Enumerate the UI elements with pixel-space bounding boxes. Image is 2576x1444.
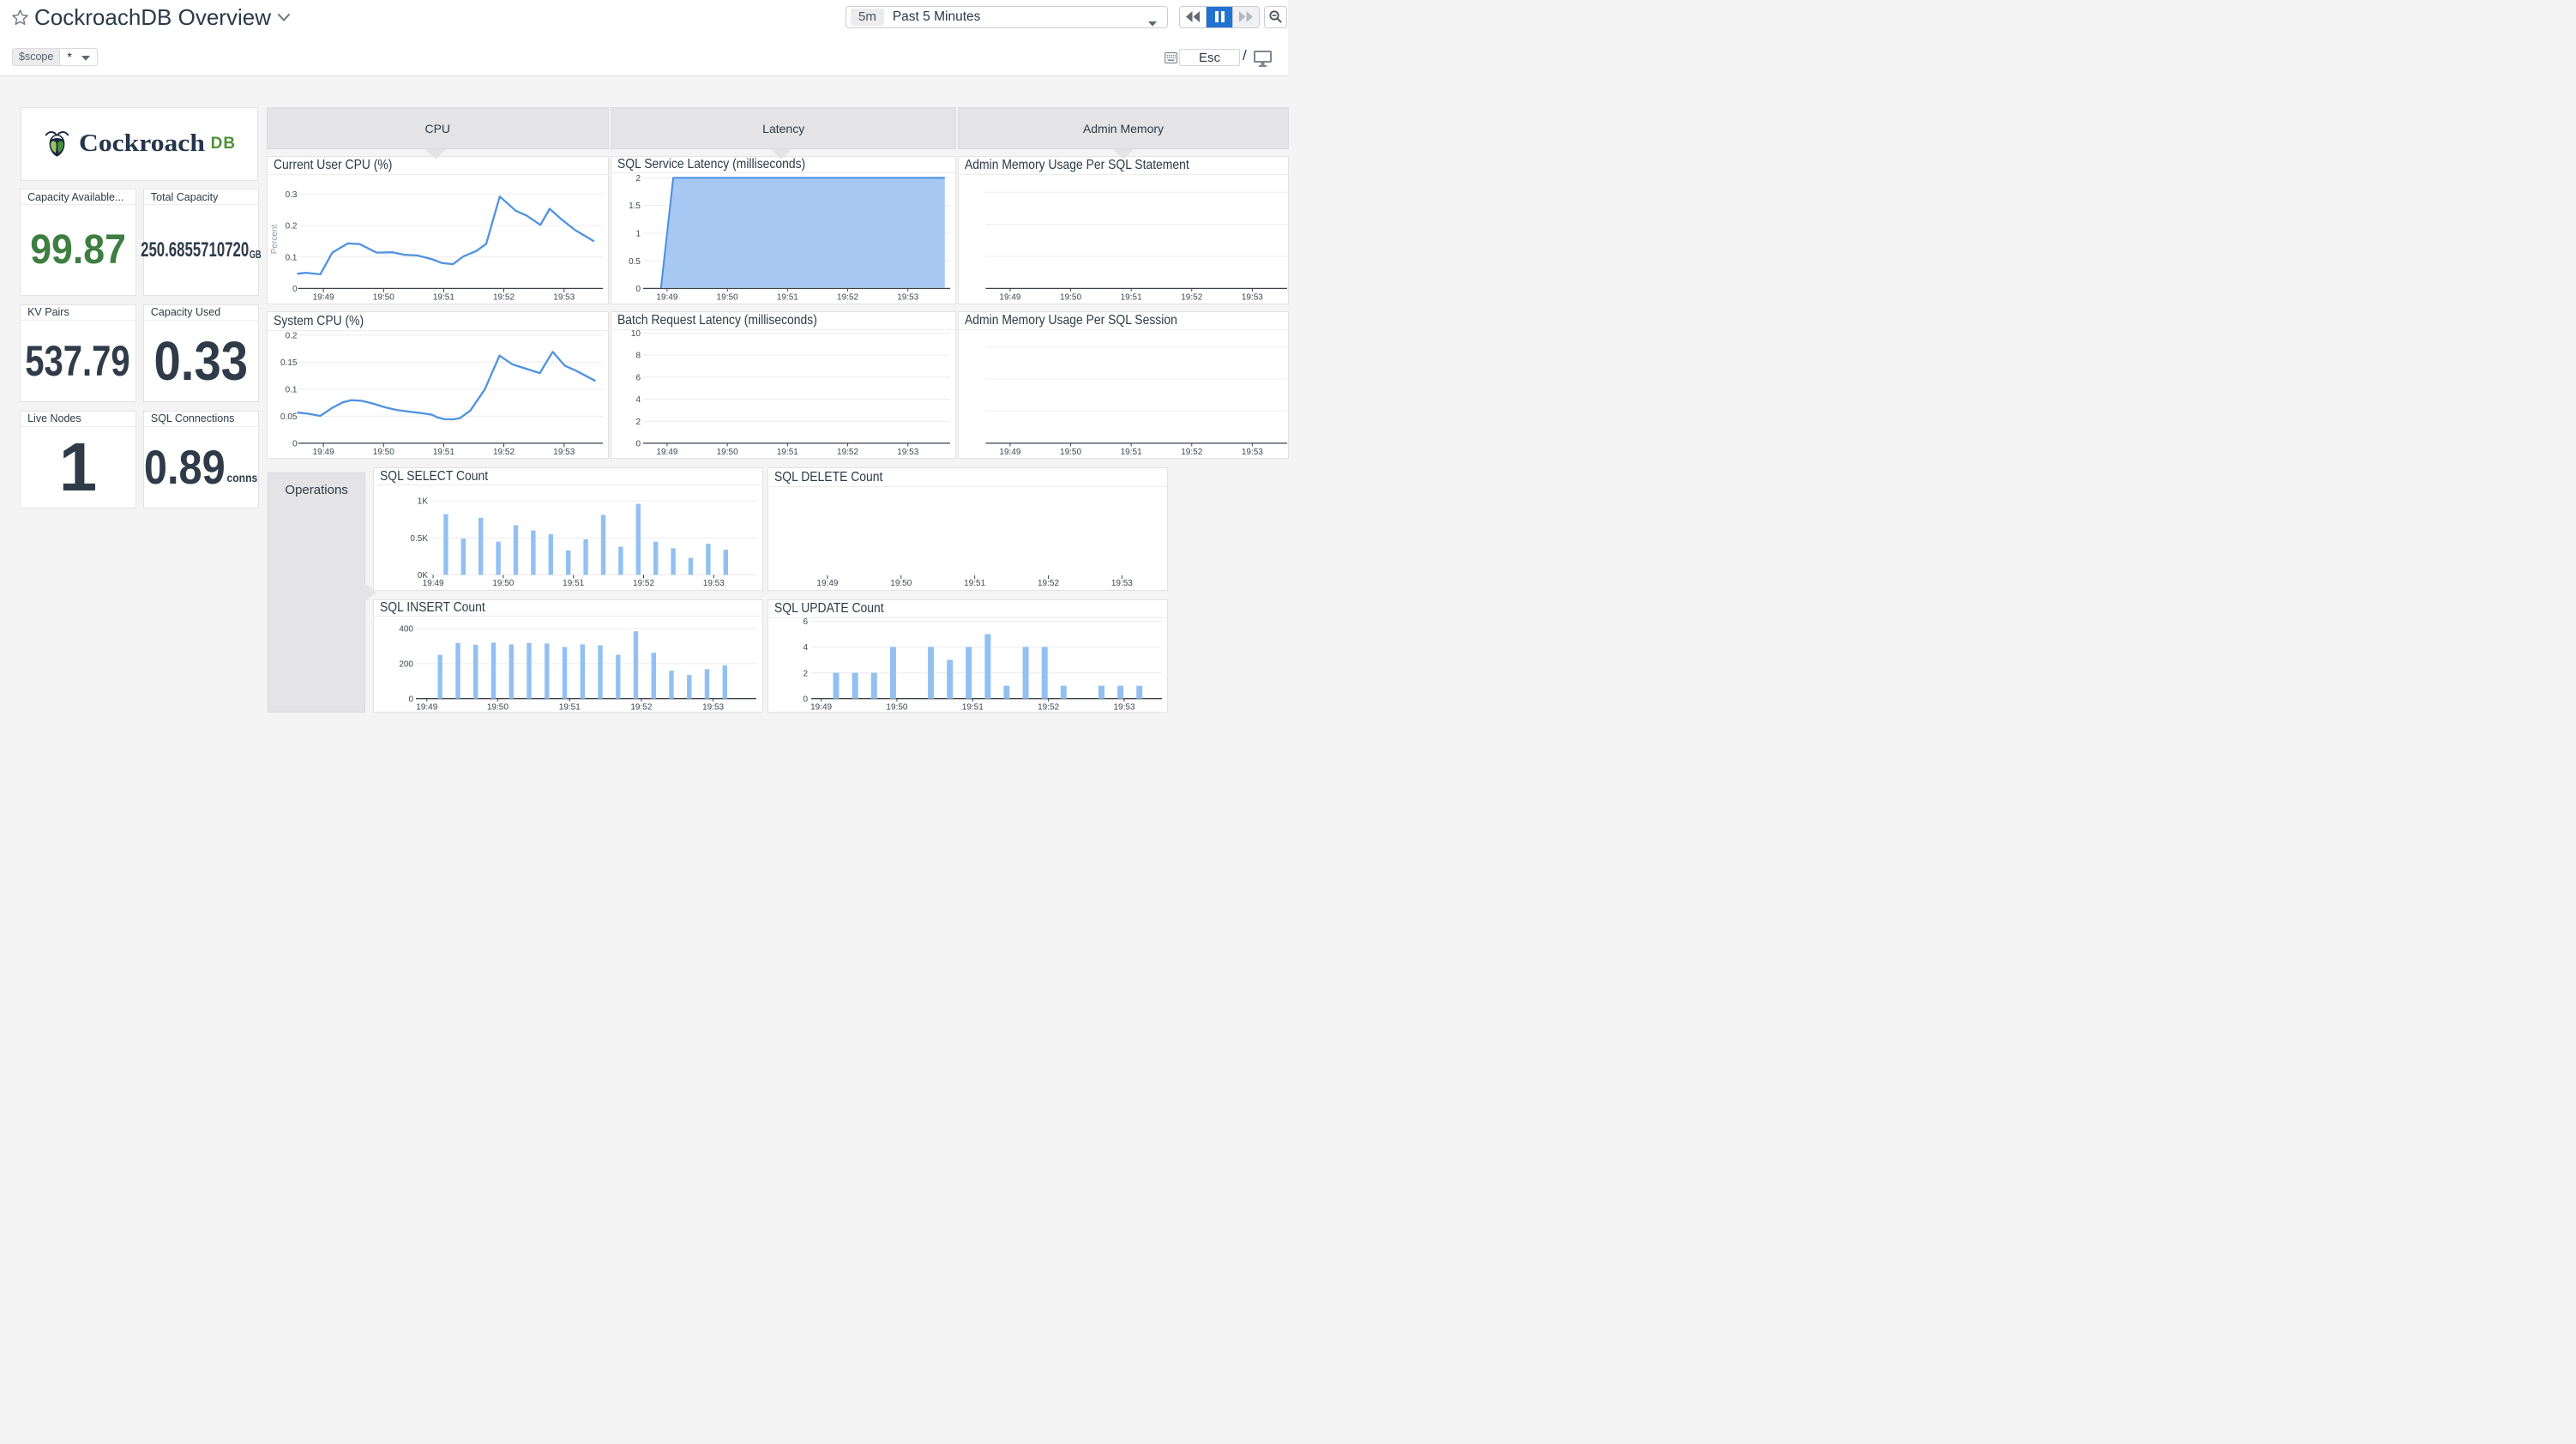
svg-text:19:50: 19:50	[493, 579, 515, 588]
svg-text:19:52: 19:52	[633, 579, 654, 588]
svg-text:19:50: 19:50	[1060, 448, 1081, 457]
svg-text:0: 0	[635, 440, 641, 449]
svg-text:19:53: 19:53	[1242, 448, 1263, 457]
svg-text:1.5: 1.5	[629, 202, 641, 211]
svg-text:19:50: 19:50	[1060, 292, 1081, 302]
svg-text:19:53: 19:53	[703, 579, 725, 588]
svg-text:10: 10	[631, 329, 641, 339]
svg-text:19:49: 19:49	[312, 292, 334, 302]
svg-text:19:49: 19:49	[810, 702, 832, 712]
svg-text:0.15: 0.15	[280, 358, 298, 368]
svg-text:19:52: 19:52	[1038, 702, 1059, 712]
svg-text:0.05: 0.05	[280, 412, 298, 422]
svg-text:0.1: 0.1	[285, 253, 297, 262]
svg-text:19:51: 19:51	[432, 292, 454, 302]
svg-text:19:53: 19:53	[1111, 579, 1133, 588]
svg-text:19:50: 19:50	[886, 702, 907, 712]
svg-text:0K: 0K	[418, 571, 429, 581]
svg-text:19:50: 19:50	[717, 292, 738, 302]
svg-text:2: 2	[803, 669, 808, 678]
svg-text:19:50: 19:50	[372, 292, 394, 302]
svg-text:19:52: 19:52	[1182, 292, 1203, 302]
svg-text:19:51: 19:51	[563, 579, 585, 588]
svg-text:19:52: 19:52	[492, 292, 514, 302]
svg-text:19:53: 19:53	[553, 448, 575, 457]
svg-text:19:51: 19:51	[559, 702, 581, 712]
svg-text:19:50: 19:50	[717, 448, 738, 457]
svg-text:0.5: 0.5	[629, 257, 641, 267]
svg-text:19:53: 19:53	[1113, 702, 1135, 712]
svg-text:400: 400	[400, 624, 414, 634]
svg-text:19:49: 19:49	[1000, 292, 1021, 302]
svg-text:19:53: 19:53	[897, 448, 918, 457]
svg-text:19:51: 19:51	[962, 702, 984, 712]
svg-text:0.2: 0.2	[285, 332, 297, 341]
svg-text:19:52: 19:52	[837, 448, 858, 457]
svg-text:6: 6	[635, 374, 641, 383]
svg-text:2: 2	[635, 174, 641, 184]
svg-text:0.5K: 0.5K	[411, 534, 429, 544]
svg-text:19:51: 19:51	[1121, 292, 1142, 302]
svg-text:19:49: 19:49	[417, 702, 438, 712]
svg-text:0.1: 0.1	[285, 386, 297, 395]
svg-text:1: 1	[635, 230, 641, 239]
svg-text:19:53: 19:53	[553, 292, 575, 302]
svg-text:0: 0	[292, 440, 297, 449]
svg-text:19:52: 19:52	[1038, 579, 1059, 588]
svg-text:19:50: 19:50	[487, 702, 509, 712]
svg-text:19:50: 19:50	[372, 448, 394, 457]
svg-text:0.2: 0.2	[285, 222, 297, 232]
svg-text:4: 4	[803, 643, 808, 653]
svg-text:0: 0	[803, 695, 808, 704]
svg-text:19:50: 19:50	[890, 579, 912, 588]
svg-text:19:52: 19:52	[1182, 448, 1203, 457]
svg-text:19:49: 19:49	[1000, 448, 1021, 457]
svg-text:8: 8	[635, 352, 641, 361]
svg-text:4: 4	[635, 395, 641, 405]
svg-text:19:51: 19:51	[777, 292, 798, 302]
svg-text:200: 200	[400, 659, 414, 669]
svg-text:19:49: 19:49	[656, 292, 677, 302]
svg-text:19:53: 19:53	[1242, 292, 1263, 302]
svg-text:19:51: 19:51	[432, 448, 454, 457]
svg-text:6: 6	[803, 617, 808, 627]
svg-text:19:49: 19:49	[656, 448, 677, 457]
svg-text:19:51: 19:51	[777, 448, 798, 457]
svg-text:19:52: 19:52	[631, 702, 653, 712]
svg-text:1K: 1K	[418, 497, 429, 507]
svg-text:Percent: Percent	[270, 225, 280, 255]
svg-text:19:51: 19:51	[964, 579, 985, 588]
svg-text:0: 0	[409, 695, 414, 704]
svg-text:19:49: 19:49	[816, 579, 838, 588]
svg-text:19:53: 19:53	[702, 702, 724, 712]
svg-text:2: 2	[635, 418, 641, 427]
svg-text:0: 0	[635, 285, 641, 294]
svg-text:19:52: 19:52	[492, 448, 514, 457]
svg-text:19:51: 19:51	[1121, 448, 1142, 457]
svg-text:19:52: 19:52	[837, 292, 858, 302]
svg-text:19:49: 19:49	[312, 448, 334, 457]
svg-text:19:53: 19:53	[897, 292, 918, 302]
svg-text:0.3: 0.3	[285, 190, 297, 200]
svg-text:0: 0	[292, 285, 297, 294]
